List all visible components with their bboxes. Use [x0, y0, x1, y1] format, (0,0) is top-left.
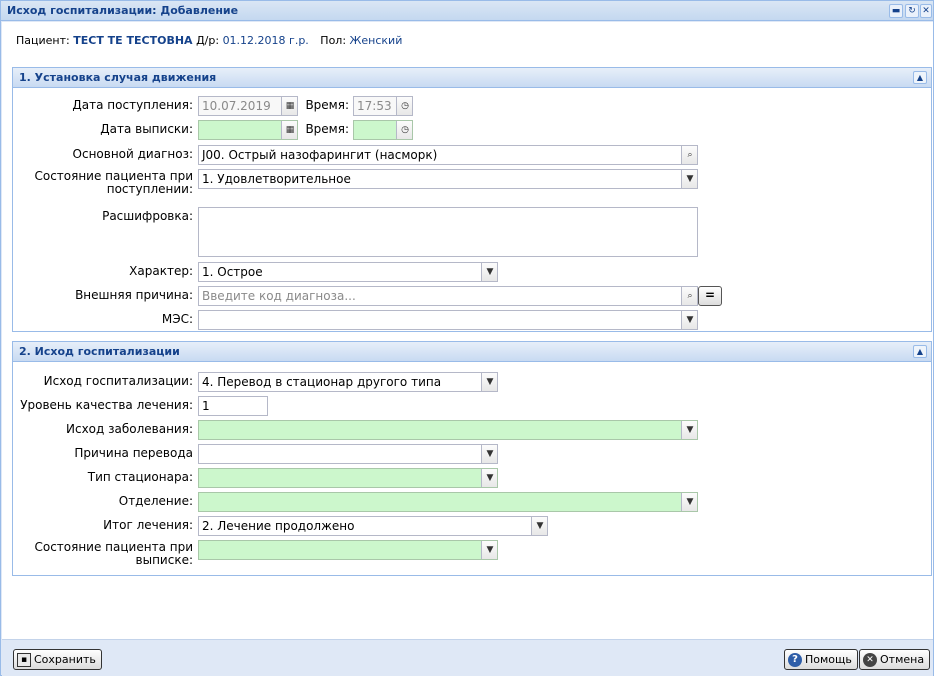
transfer-reason-label: Причина перевода — [74, 446, 193, 460]
chevron-down-icon[interactable]: ▼ — [481, 541, 497, 559]
hospital-type-label: Тип стационара: — [87, 470, 193, 484]
discharge-time-label: Время: — [305, 122, 349, 136]
discharge-state-select[interactable]: ▼ — [198, 540, 498, 560]
department-label: Отделение: — [118, 494, 193, 508]
dialog-footer: ▪ Сохранить ? Помощь ✕ Отмена — [2, 639, 933, 676]
character-label: Характер: — [129, 264, 193, 278]
collapse-icon[interactable]: ▲ — [913, 345, 927, 358]
admission-state-select[interactable]: 1. Удовлетворительное ▼ — [198, 169, 698, 189]
outcome-select[interactable]: 4. Перевод в стационар другого типа ▼ — [198, 372, 498, 392]
sex-label: Пол: — [320, 34, 347, 47]
patient-dob: 01.12.2018 г.р. — [222, 34, 309, 47]
transfer-reason-select[interactable]: ▼ — [198, 444, 498, 464]
main-diagnosis-field[interactable]: J00. Острый назофарингит (насморк) ⌕ — [198, 145, 698, 165]
save-button-label: Сохранить — [34, 653, 96, 666]
chevron-down-icon[interactable]: ▼ — [481, 263, 497, 281]
discharge-state-label: Состояние пациента при выписке: — [34, 540, 193, 567]
external-cause-placeholder: Введите код диагноза... — [202, 289, 356, 303]
admission-state-value: 1. Удовлетворительное — [202, 172, 351, 186]
dialog-window: Исход госпитализации: Добавление ▬ ↻ ✕ П… — [0, 0, 934, 676]
chevron-down-icon[interactable]: ▼ — [481, 469, 497, 487]
clock-icon[interactable]: ◷ — [396, 121, 412, 139]
disease-outcome-label: Исход заболевания: — [66, 422, 193, 436]
external-cause-equals-button[interactable]: = — [698, 286, 722, 306]
dob-label: Д/р: — [196, 34, 220, 47]
minimize-icon[interactable]: ▬ — [889, 4, 903, 18]
section-movement-header: 1. Установка случая движения ▲ — [13, 68, 931, 88]
chevron-down-icon[interactable]: ▼ — [481, 445, 497, 463]
admission-time-label: Время: — [305, 98, 349, 112]
patient-info: Пациент: ТЕСТ ТЕ ТЕСТОВНА Д/р: 01.12.201… — [16, 34, 402, 47]
floppy-disk-icon: ▪ — [17, 652, 31, 667]
section-movement-title: 1. Установка случая движения — [19, 71, 217, 84]
chevron-down-icon[interactable]: ▼ — [531, 517, 547, 535]
close-icon[interactable]: ✕ — [920, 4, 932, 18]
patient-sex: Женский — [349, 34, 403, 47]
treatment-result-value: 2. Лечение продолжено — [202, 519, 355, 533]
patient-name: ТЕСТ ТЕ ТЕСТОВНА — [73, 34, 193, 47]
help-button-label: Помощь — [805, 653, 852, 666]
chevron-down-icon[interactable]: ▼ — [681, 493, 697, 511]
mes-select[interactable]: ▼ — [198, 310, 698, 330]
treatment-result-label: Итог лечения: — [103, 518, 193, 532]
main-diagnosis-value: J00. Острый назофарингит (насморк) — [202, 148, 438, 162]
window-title: Исход госпитализации: Добавление — [7, 4, 239, 17]
hospital-type-select[interactable]: ▼ — [198, 468, 498, 488]
admission-date-field[interactable]: 10.07.2019 ▦ — [198, 96, 298, 116]
patient-label: Пациент: — [16, 34, 70, 47]
admission-time-field[interactable]: 17:53 ◷ — [353, 96, 413, 116]
title-bar: Исход госпитализации: Добавление ▬ ↻ ✕ — [1, 1, 933, 21]
admission-state-label: Состояние пациента при поступлении: — [34, 169, 193, 196]
chevron-down-icon[interactable]: ▼ — [681, 311, 697, 329]
dialog-body: Пациент: ТЕСТ ТЕ ТЕСТОВНА Д/р: 01.12.201… — [2, 22, 933, 639]
external-cause-label: Внешняя причина: — [75, 288, 193, 302]
discharge-time-field[interactable]: ◷ — [353, 120, 413, 140]
external-cause-input[interactable]: Введите код диагноза... ⌕ — [198, 286, 698, 306]
calendar-icon[interactable]: ▦ — [281, 97, 297, 115]
disease-outcome-select[interactable]: ▼ — [198, 420, 698, 440]
admission-date-value: 10.07.2019 — [202, 99, 271, 113]
save-button[interactable]: ▪ Сохранить — [13, 649, 102, 670]
outcome-value: 4. Перевод в стационар другого типа — [202, 375, 442, 389]
outcome-label: Исход госпитализации: — [43, 374, 193, 388]
discharge-date-label: Дата выписки: — [100, 122, 193, 136]
help-button[interactable]: ? Помощь — [784, 649, 858, 670]
quality-label: Уровень качества лечения: — [20, 398, 193, 412]
department-select[interactable]: ▼ — [198, 492, 698, 512]
main-diagnosis-label: Основной диагноз: — [72, 147, 193, 161]
collapse-icon[interactable]: ▲ — [913, 71, 927, 84]
section-outcome: 2. Исход госпитализации ▲ Исход госпитал… — [12, 341, 932, 576]
chevron-down-icon[interactable]: ▼ — [481, 373, 497, 391]
admission-time-value: 17:53 — [357, 99, 392, 113]
decoding-textarea[interactable] — [198, 207, 698, 257]
clock-icon[interactable]: ◷ — [396, 97, 412, 115]
section-outcome-header: 2. Исход госпитализации ▲ — [13, 342, 931, 362]
discharge-date-field[interactable]: ▦ — [198, 120, 298, 140]
cancel-button-label: Отмена — [880, 653, 925, 666]
decoding-label: Расшифровка: — [102, 209, 193, 223]
help-icon: ? — [788, 652, 802, 667]
search-icon[interactable]: ⌕ — [681, 146, 697, 164]
admission-date-label: Дата поступления: — [72, 98, 193, 112]
search-icon[interactable]: ⌕ — [681, 287, 697, 305]
character-select[interactable]: 1. Острое ▼ — [198, 262, 498, 282]
mes-label: МЭС: — [161, 312, 193, 326]
treatment-result-select[interactable]: 2. Лечение продолжено ▼ — [198, 516, 548, 536]
cancel-icon: ✕ — [863, 652, 877, 667]
chevron-down-icon[interactable]: ▼ — [681, 170, 697, 188]
cancel-button[interactable]: ✕ Отмена — [859, 649, 931, 670]
section-movement: 1. Установка случая движения ▲ Дата пост… — [12, 67, 932, 332]
section-outcome-title: 2. Исход госпитализации — [19, 345, 180, 358]
chevron-down-icon[interactable]: ▼ — [681, 421, 697, 439]
calendar-icon[interactable]: ▦ — [281, 121, 297, 139]
quality-input[interactable]: 1 — [198, 396, 268, 416]
character-value: 1. Острое — [202, 265, 263, 279]
refresh-icon[interactable]: ↻ — [905, 4, 919, 18]
